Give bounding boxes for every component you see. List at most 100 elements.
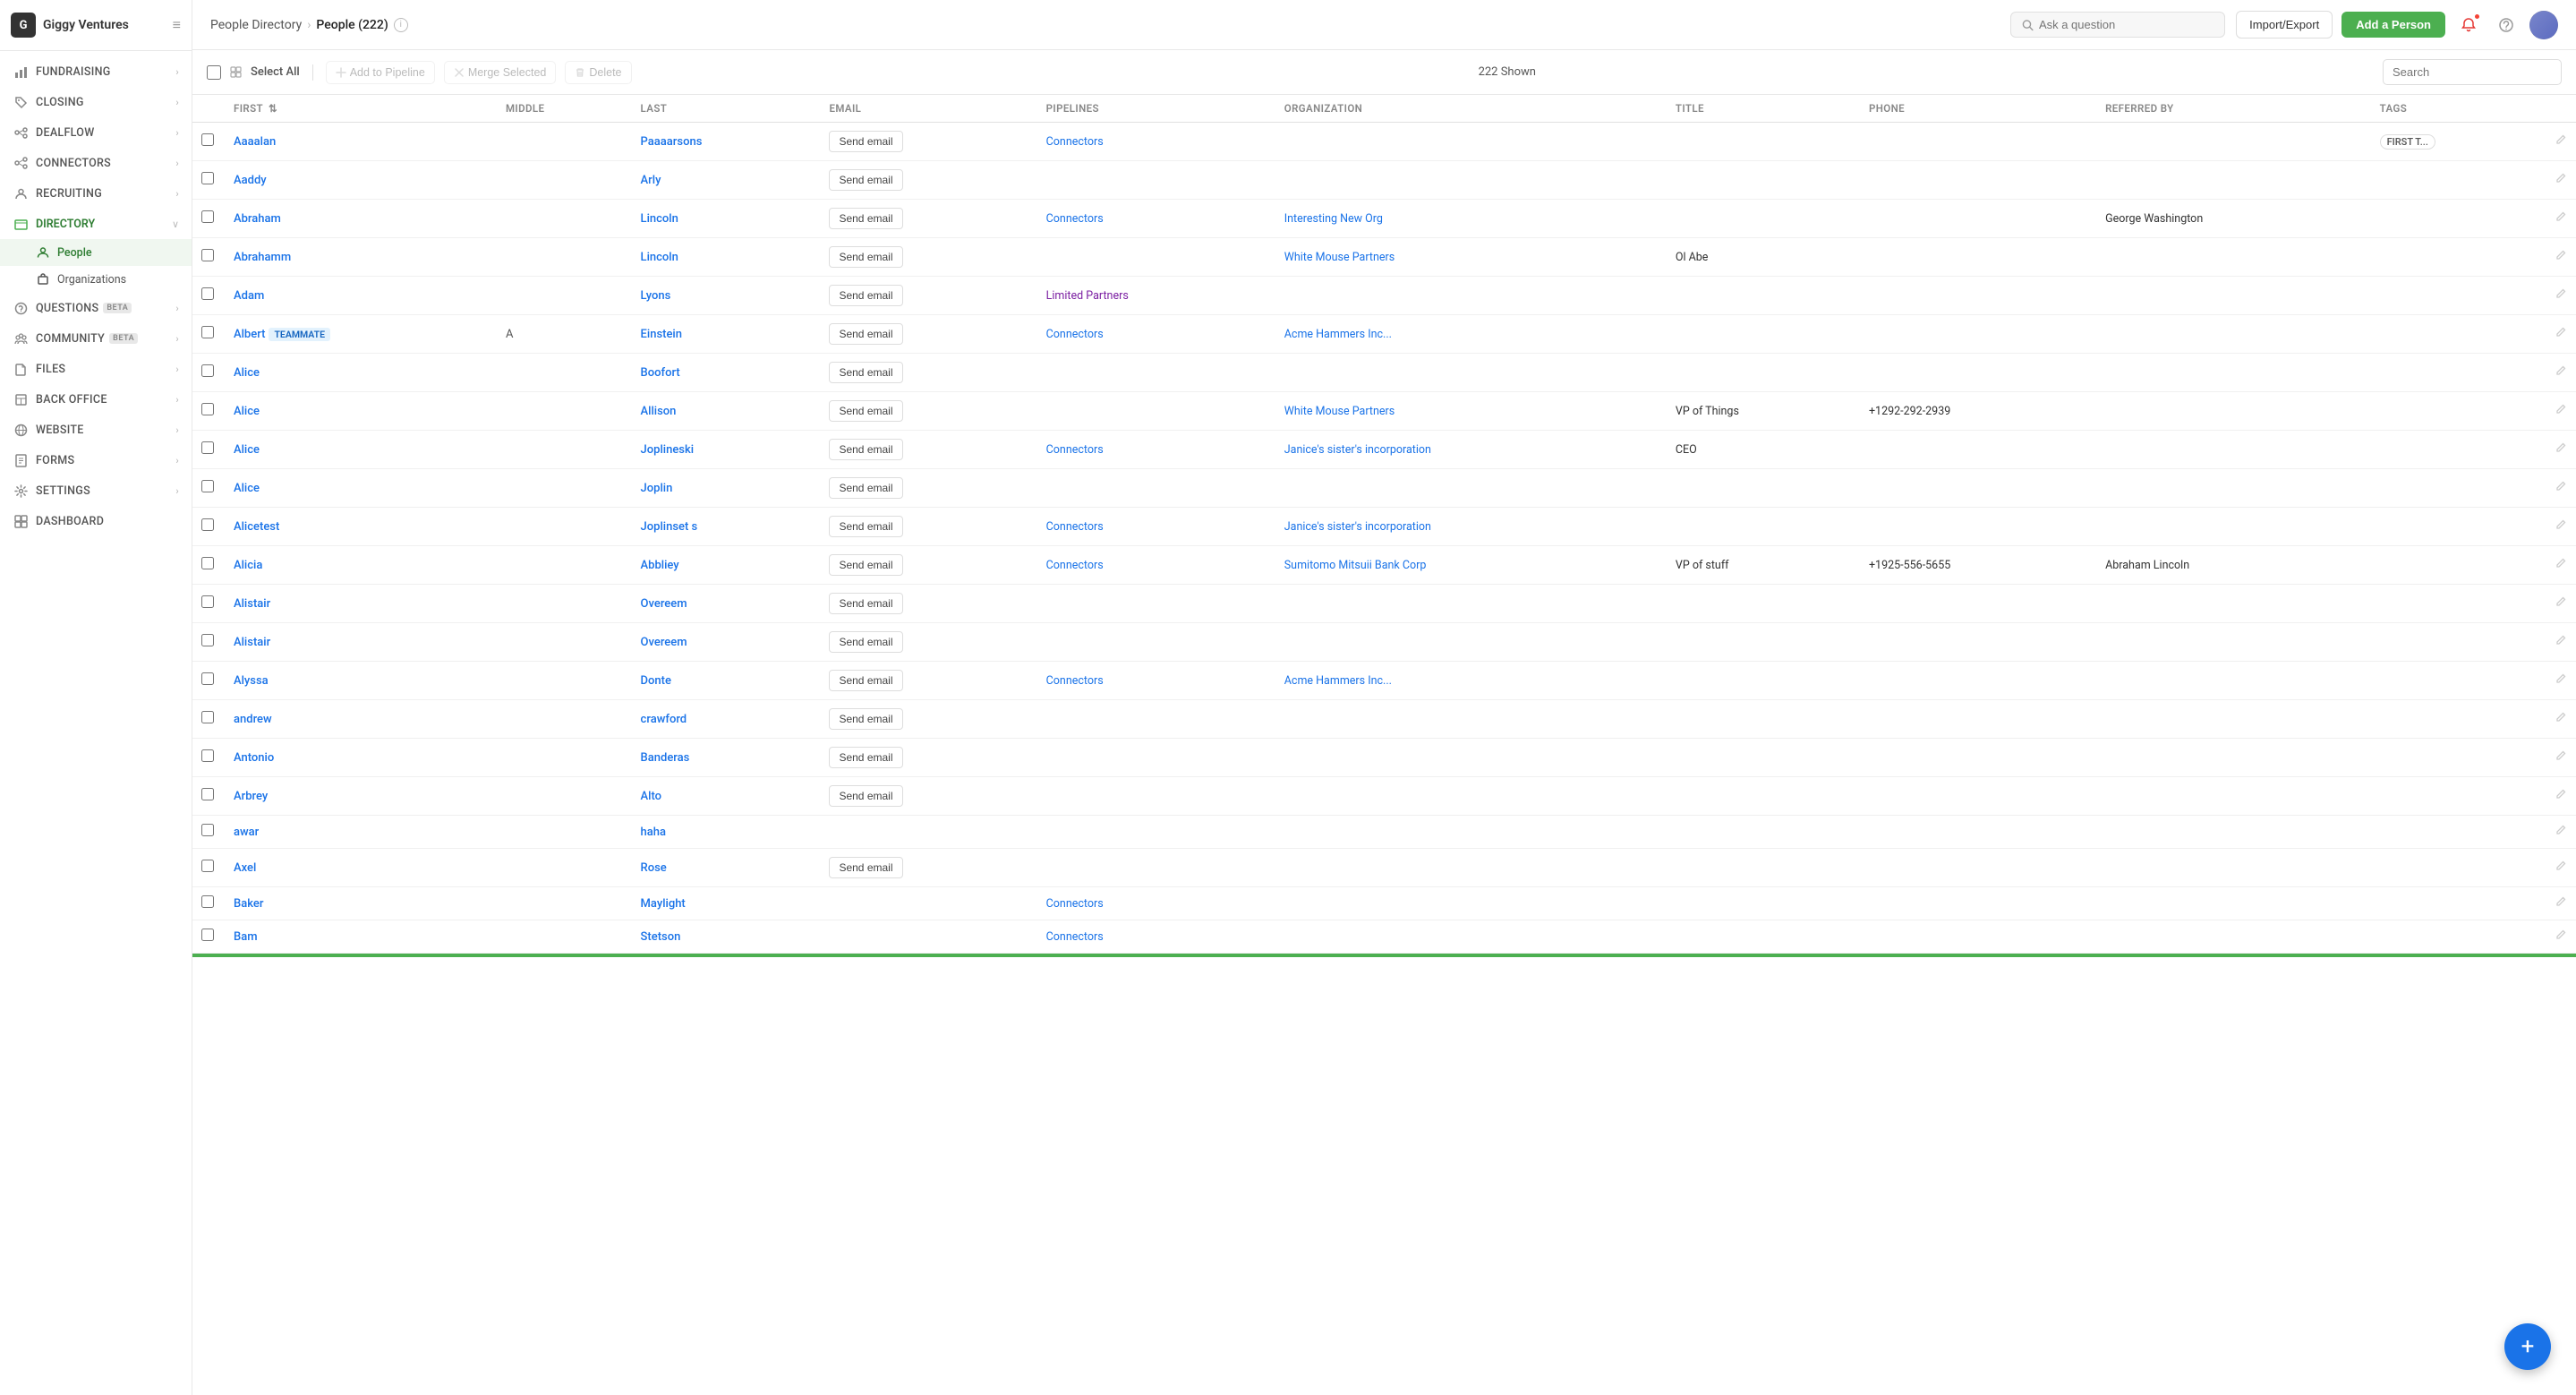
row-checkbox[interactable]	[201, 895, 214, 908]
row-pipelines[interactable]: Limited Partners	[1037, 277, 1275, 315]
sidebar-item-closing[interactable]: CLOSING ›	[0, 87, 192, 117]
row-last-name[interactable]: Joplin	[632, 469, 821, 508]
row-first-name[interactable]: Alice	[225, 431, 497, 469]
edit-icon[interactable]	[2555, 135, 2567, 150]
edit-icon[interactable]	[2555, 366, 2567, 381]
row-first-name[interactable]: Alistair	[225, 585, 497, 623]
table-search[interactable]	[2383, 59, 2562, 85]
edit-icon[interactable]	[2555, 930, 2567, 945]
row-organization[interactable]: Interesting New Org	[1275, 200, 1667, 238]
row-organization[interactable]: Janice's sister's incorporation	[1275, 431, 1667, 469]
row-last-name[interactable]: Alto	[632, 777, 821, 816]
row-first-name[interactable]: Abrahamm	[225, 238, 497, 277]
row-first-name[interactable]: Alice	[225, 354, 497, 392]
row-last-name[interactable]: Allison	[632, 392, 821, 431]
sidebar-item-forms[interactable]: FORMS ›	[0, 445, 192, 475]
select-all-label[interactable]: Select All	[251, 65, 300, 79]
row-organization[interactable]: Sumitomo Mitsuii Bank Corp	[1275, 546, 1667, 585]
search-input[interactable]	[2383, 59, 2562, 85]
row-pipelines[interactable]: Connectors	[1037, 887, 1275, 920]
row-last-name[interactable]: Einstein	[632, 315, 821, 354]
row-organization[interactable]	[1275, 623, 1667, 662]
row-last-name[interactable]: Banderas	[632, 739, 821, 777]
send-email-button[interactable]: Send email	[829, 708, 902, 730]
row-checkbox[interactable]	[201, 364, 214, 377]
send-email-button[interactable]: Send email	[829, 285, 902, 306]
row-organization[interactable]	[1275, 777, 1667, 816]
row-pipelines[interactable]: Connectors	[1037, 123, 1275, 161]
row-checkbox[interactable]	[201, 133, 214, 146]
send-email-button[interactable]: Send email	[829, 477, 902, 499]
send-email-button[interactable]: Send email	[829, 554, 902, 576]
row-last-name[interactable]: Donte	[632, 662, 821, 700]
info-icon[interactable]: i	[394, 18, 408, 32]
edit-icon[interactable]	[2555, 826, 2567, 840]
sidebar-item-dealflow[interactable]: DEALFLOW ›	[0, 117, 192, 148]
row-checkbox[interactable]	[201, 634, 214, 646]
row-first-name[interactable]: Antonio	[225, 739, 497, 777]
row-checkbox[interactable]	[201, 518, 214, 531]
edit-icon[interactable]	[2555, 861, 2567, 876]
edit-icon[interactable]	[2555, 212, 2567, 227]
row-organization[interactable]: Janice's sister's incorporation	[1275, 508, 1667, 546]
send-email-button[interactable]: Send email	[829, 593, 902, 614]
fab-add-button[interactable]: +	[2504, 1323, 2551, 1370]
row-first-name[interactable]: Bam	[225, 920, 497, 954]
edit-icon[interactable]	[2555, 713, 2567, 727]
sidebar-item-connectors[interactable]: CONNECTORS ›	[0, 148, 192, 178]
add-person-button[interactable]: Add a Person	[2341, 12, 2445, 38]
row-checkbox[interactable]	[201, 249, 214, 261]
edit-icon[interactable]	[2555, 443, 2567, 458]
row-organization[interactable]: White Mouse Partners	[1275, 238, 1667, 277]
row-first-name[interactable]: Baker	[225, 887, 497, 920]
row-organization[interactable]	[1275, 739, 1667, 777]
row-pipelines[interactable]	[1037, 585, 1275, 623]
row-first-name[interactable]: Aaddy	[225, 161, 497, 200]
row-pipelines[interactable]: Connectors	[1037, 508, 1275, 546]
send-email-button[interactable]: Send email	[829, 631, 902, 653]
row-last-name[interactable]: Maylight	[632, 887, 821, 920]
edit-icon[interactable]	[2555, 520, 2567, 535]
row-last-name[interactable]: Joplineski	[632, 431, 821, 469]
send-email-button[interactable]: Send email	[829, 169, 902, 191]
row-last-name[interactable]: crawford	[632, 700, 821, 739]
row-organization[interactable]: Acme Hammers Inc...	[1275, 662, 1667, 700]
add-to-pipeline-button[interactable]: Add to Pipeline	[326, 61, 435, 84]
row-organization[interactable]	[1275, 123, 1667, 161]
row-first-name[interactable]: Alicia	[225, 546, 497, 585]
row-pipelines[interactable]: Connectors	[1037, 920, 1275, 954]
row-first-name[interactable]: Aaaalan	[225, 123, 497, 161]
avatar[interactable]	[2529, 11, 2558, 39]
sidebar-item-people[interactable]: People	[0, 239, 192, 266]
sidebar-item-directory[interactable]: DIRECTORY ∨	[0, 209, 192, 239]
row-last-name[interactable]: Overeem	[632, 623, 821, 662]
row-organization[interactable]	[1275, 585, 1667, 623]
row-first-name[interactable]: Alyssa	[225, 662, 497, 700]
delete-button[interactable]: Delete	[565, 61, 631, 84]
ask-question-input[interactable]	[2039, 18, 2213, 31]
help-button[interactable]	[2492, 11, 2521, 39]
row-last-name[interactable]: Lyons	[632, 277, 821, 315]
edit-icon[interactable]	[2555, 674, 2567, 689]
send-email-button[interactable]: Send email	[829, 131, 902, 152]
row-pipelines[interactable]	[1037, 739, 1275, 777]
row-organization[interactable]	[1275, 277, 1667, 315]
row-pipelines[interactable]: Connectors	[1037, 200, 1275, 238]
row-organization[interactable]	[1275, 920, 1667, 954]
row-pipelines[interactable]	[1037, 161, 1275, 200]
edit-icon[interactable]	[2555, 751, 2567, 766]
row-organization[interactable]: White Mouse Partners	[1275, 392, 1667, 431]
row-first-name[interactable]: Abraham	[225, 200, 497, 238]
sidebar-item-fundraising[interactable]: FUNDRAISING ›	[0, 56, 192, 87]
edit-icon[interactable]	[2555, 482, 2567, 496]
row-first-name[interactable]: Axel	[225, 849, 497, 887]
sidebar-collapse-button[interactable]: ≡	[173, 16, 181, 34]
edit-icon[interactable]	[2555, 790, 2567, 804]
sidebar-item-dashboard[interactable]: DASHBOARD	[0, 506, 192, 536]
edit-icon[interactable]	[2555, 897, 2567, 911]
send-email-button[interactable]: Send email	[829, 400, 902, 422]
th-first[interactable]: FIRST ⇅	[225, 95, 497, 123]
send-email-button[interactable]: Send email	[829, 785, 902, 807]
merge-selected-button[interactable]: Merge Selected	[444, 61, 557, 84]
row-first-name[interactable]: awar	[225, 816, 497, 849]
